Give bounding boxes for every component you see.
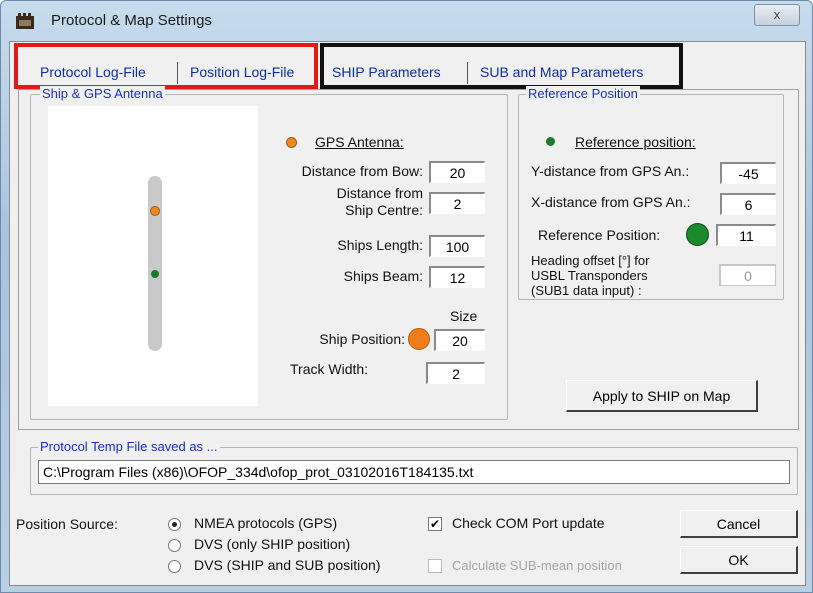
track-width-label: Track Width: (290, 361, 369, 377)
calc-sub-label: Calculate SUB-mean position (452, 558, 622, 573)
tab-panel-border (798, 89, 799, 429)
y-distance-label: Y-distance from GPS An.: (531, 163, 690, 179)
track-width-field[interactable]: 2 (426, 362, 485, 384)
radio-dvs-ship[interactable] (168, 539, 181, 552)
highlight-red-box (14, 43, 318, 89)
gps-antenna-label: GPS Antenna: (315, 134, 404, 150)
heading-offset-label-3: (SUB1 data input) : (531, 283, 642, 298)
ships-beam-field[interactable]: 12 (429, 266, 485, 288)
heading-offset-label-2: USBL Transponders (531, 268, 648, 283)
cancel-button[interactable]: Cancel (680, 510, 798, 538)
ships-beam-label: Ships Beam: (343, 268, 423, 284)
ref-pos-label: Reference Position: (538, 227, 661, 243)
settings-window: Protocol & Map Settings x Protocol Log-F… (0, 0, 813, 593)
title-bar[interactable]: Protocol & Map Settings x (1, 1, 813, 37)
tab-panel-border (18, 429, 799, 430)
gps-antenna-marker (150, 206, 160, 216)
ship-preview-canvas (48, 106, 258, 406)
reference-group-title: Reference Position (526, 86, 640, 101)
ship-shape (148, 176, 162, 351)
highlight-black-box (320, 43, 683, 89)
dialog-client: Protocol Log-File Position Log-File SHIP… (9, 41, 806, 586)
radio-nmea[interactable] (168, 518, 181, 531)
radio-dvs-ship-label[interactable]: DVS (only SHIP position) (194, 536, 350, 552)
radio-nmea-label[interactable]: NMEA protocols (GPS) (194, 515, 337, 531)
ok-button[interactable]: OK (680, 546, 798, 574)
position-source-label: Position Source: (16, 516, 118, 532)
close-button[interactable]: x (754, 4, 800, 26)
ships-length-label: Ships Length: (337, 237, 423, 253)
radio-dvs-ship-sub[interactable] (168, 560, 181, 573)
check-com-checkbox[interactable]: ✔ (428, 517, 442, 531)
distance-centre-label: Distance from (336, 185, 423, 201)
ship-position-label: Ship Position: (319, 331, 405, 347)
heading-offset-label: Heading offset [°] for (531, 253, 650, 268)
y-distance-field[interactable]: -45 (720, 162, 776, 184)
distance-centre-label-2: Ship Centre: (345, 202, 423, 218)
reference-icon (546, 137, 555, 146)
reference-position-label: Reference position: (575, 134, 696, 150)
x-distance-field[interactable]: 6 (720, 193, 776, 215)
ref-pos-field[interactable]: 11 (716, 224, 776, 246)
gps-antenna-icon (286, 137, 297, 148)
app-icon (16, 13, 34, 29)
reference-color-icon[interactable] (686, 223, 709, 246)
ship-position-field[interactable]: 20 (434, 329, 485, 351)
distance-bow-field[interactable]: 20 (429, 161, 485, 183)
ship-position-color-icon[interactable] (408, 328, 430, 350)
ship-gps-group-title: Ship & GPS Antenna (40, 86, 165, 101)
apply-to-ship-button[interactable]: Apply to SHIP on Map (566, 380, 758, 412)
temp-file-path-field[interactable]: C:\Program Files (x86)\OFOP_334d\ofop_pr… (38, 460, 790, 484)
x-distance-label: X-distance from GPS An.: (531, 194, 691, 210)
check-com-label[interactable]: Check COM Port update (452, 515, 605, 531)
close-icon: x (773, 7, 781, 22)
tab-panel-border (18, 89, 19, 429)
calc-sub-checkbox (428, 559, 442, 573)
distance-centre-field[interactable]: 2 (429, 192, 485, 214)
size-label: Size (450, 308, 478, 324)
temp-file-title: Protocol Temp File saved as ... (38, 439, 220, 454)
distance-bow-label: Distance from Bow: (301, 163, 423, 179)
window-title: Protocol & Map Settings (51, 12, 212, 29)
ships-length-field[interactable]: 100 (429, 235, 485, 257)
heading-offset-field: 0 (719, 264, 776, 286)
radio-dvs-ship-sub-label[interactable]: DVS (SHIP and SUB position) (194, 557, 381, 573)
reference-marker (151, 270, 159, 278)
